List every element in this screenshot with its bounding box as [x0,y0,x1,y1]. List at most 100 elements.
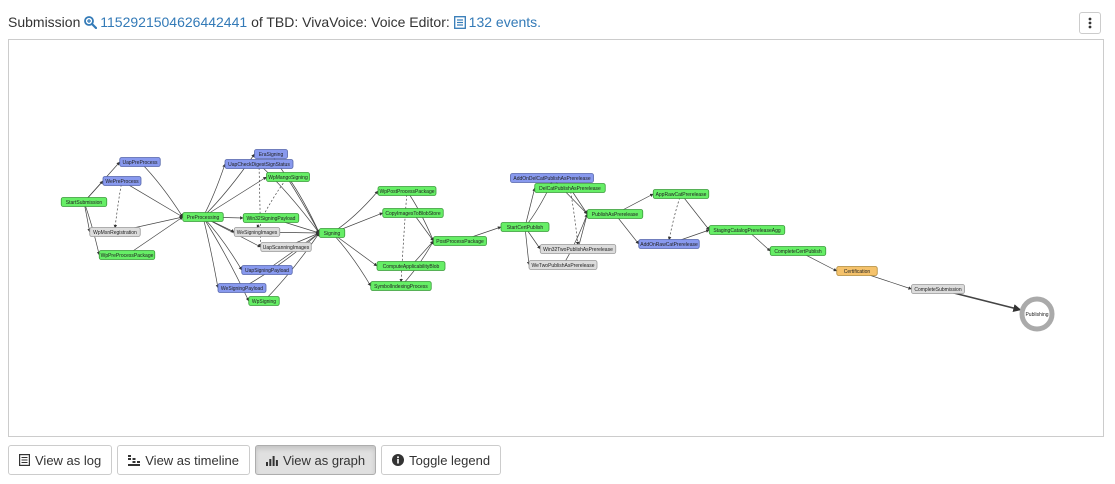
graph-node-stagingcatalogprereleaseagg[interactable]: StagingCatalogPrereleaseAgg [708,225,786,235]
zoom-in-icon [84,16,98,29]
graph-icon [265,455,278,466]
node-label: PreProcessing [187,215,220,221]
node-label: WpSigning [252,299,276,305]
view-as-timeline-label: View as timeline [145,452,239,468]
graph-node-addondelcatpublishasprerelease[interactable]: AddOnDelCatPublishAsPrerelease [510,173,594,183]
node-label: ComputeApplicabilityBlob [383,264,440,270]
view-as-timeline-button[interactable]: View as timeline [117,445,250,475]
graph-edge [680,193,710,231]
graph-node-wesigningimages[interactable]: WeSigningImages [233,227,281,237]
graph-edge [331,190,379,234]
list-icon [19,454,30,466]
graph-edge [577,213,589,250]
node-label: SymbolIndexingProcess [374,284,428,290]
node-label: Certification [844,269,871,275]
node-label: CompleteSubmission [914,287,961,293]
workflow-graph-canvas: StartSubmission UapPreProcess WePreProcess… [60,149,1055,332]
graph-node-preprocessing[interactable]: PreProcessing [182,212,224,222]
node-label: WpMsnRegistration [93,230,137,236]
graph-node-completesubmission[interactable]: CompleteSubmission [911,284,965,294]
graph-node-uapsigningpayload[interactable]: UapSigningPayload [241,265,293,275]
graph-node-certification[interactable]: Certification [836,266,878,276]
page-title: Submission 1152921504626442441 of TBD: V… [8,12,541,32]
node-label: WeTwoPublishAsPrerelease [532,263,595,269]
node-label: AddOnDelCatPublishAsPrerelease [513,176,590,182]
workflow-graph[interactable]: StartSubmission UapPreProcess WePreProcess… [8,39,1104,437]
graph-node-wpmangosigning[interactable]: WpMangoSigning [266,172,310,182]
graph-node-wpsigning[interactable]: WpSigning [248,296,280,306]
graph-node-symbolindexingprocess[interactable]: SymbolIndexingProcess [370,281,432,291]
vertical-ellipsis-icon [1088,17,1092,29]
graph-node-publishasprerelease[interactable]: PublishAsPrerelease [586,209,644,219]
node-label: StagingCatalogPrereleaseAgg [713,228,780,234]
list-alt-icon [453,16,466,29]
toggle-legend-button[interactable]: Toggle legend [381,445,502,475]
graph-node-startsubmission[interactable]: StartSubmission [60,197,108,207]
graph-node-signing[interactable]: Signing [318,228,346,238]
graph-node-wppreprocesspackage[interactable]: WpPreProcessPackage [98,250,156,260]
node-label: WeSigningPayload [221,286,263,292]
node-label: AddOnRawCatPrerelease [640,242,698,248]
node-label: WePreProcess [105,179,139,185]
title-of-text: of TBD: VivaVoice: Voice Editor: [251,14,450,30]
graph-node-addonrawcatprerelease[interactable]: AddOnRawCatPrerelease [638,239,700,249]
node-label: EraSigning [259,152,284,158]
graph-node-wepreprocess[interactable]: WePreProcess [102,176,142,186]
node-label: WpPostProcessPackage [379,189,434,195]
graph-edge [562,213,588,266]
node-label: WpPreProcessPackage [101,253,154,259]
graph-node-computeapplicabilityblob[interactable]: ComputeApplicabilityBlob [376,261,446,271]
more-options-button[interactable] [1079,12,1101,34]
title-prefix: Submission [8,14,81,30]
node-label: Signing [324,231,341,237]
graph-node-delcatpublishasprerelease[interactable]: DelCatPublishAsPrerelease [534,183,606,193]
graph-node-erasigning[interactable]: EraSigning [254,149,288,159]
graph-node-copyimagestoblobstore[interactable]: CopyImagesToBlobStore [382,208,444,218]
graph-node-wpmsnregistration[interactable]: WpMsnRegistration [89,227,141,237]
view-as-log-button[interactable]: View as log [8,445,113,475]
graph-node-wppostprocesspackage[interactable]: WpPostProcessPackage [377,186,437,196]
node-label: AppRawCatPrerelease [656,192,707,198]
info-icon [392,454,405,466]
node-label: PostProcessPackage [436,239,484,245]
timeline-icon [128,454,141,466]
node-label: Publishing [1025,312,1048,318]
submission-id: 1152921504626442441 [100,14,248,30]
events-link[interactable]: 132 events. [453,14,541,30]
node-label: CopyImagesToBlobStore [385,211,441,217]
graph-node-startcertpublish[interactable]: StartCertPublish [500,222,550,232]
node-label: UapCheckDigestSignStatus [228,162,290,168]
graph-edge [113,180,123,229]
node-label: DelCatPublishAsPrerelease [539,186,601,192]
graph-node-publishing[interactable]: Publishing [1019,296,1055,332]
toggle-legend-label: Toggle legend [409,452,491,468]
graph-node-completecertpublish[interactable]: CompleteCertPublish [769,246,827,256]
graph-node-win32signingpayload[interactable]: Win32SigningPayload [242,213,300,223]
graph-edge [569,187,580,246]
graph-edge [139,161,184,218]
view-as-graph-button[interactable]: View as graph [254,445,377,475]
view-toolbar: View as log View as timeline View as gra… [8,445,502,475]
graph-edge [667,193,682,241]
node-label: WpMangoSigning [268,175,308,181]
graph-node-win32twopublishasprerelease[interactable]: Win32TwoPublishAsPrerelease [539,244,617,254]
graph-node-apprawcatprerelease[interactable]: AppRawCatPrerelease [652,189,710,199]
graph-node-uappreprocess[interactable]: UapPreProcess [119,157,161,167]
graph-node-uapscanningimages[interactable]: UapScanningImages [260,242,312,252]
view-as-graph-label: View as graph [282,452,366,468]
graph-node-wesigningpayload[interactable]: WeSigningPayload [217,283,267,293]
graph-node-wetwopublishasprerelease[interactable]: WeTwoPublishAsPrerelease [528,260,598,270]
graph-edge [202,216,243,271]
graph-node-uapcheckdigestsignstatus[interactable]: UapCheckDigestSignStatus [224,159,294,169]
node-label: StartCertPublish [507,225,544,231]
node-label: PublishAsPrerelease [592,212,639,218]
view-as-log-label: View as log [35,452,102,468]
node-label: WeSigningImages [237,230,278,236]
graph-edge [121,180,184,218]
node-label: Win32TwoPublishAsPrerelease [543,247,613,253]
graph-edge [331,232,372,287]
submission-link[interactable]: 1152921504626442441 [84,14,247,30]
node-label: StartSubmission [66,200,103,206]
graph-edge [524,226,531,266]
graph-node-postprocesspackage[interactable]: PostProcessPackage [433,236,487,246]
